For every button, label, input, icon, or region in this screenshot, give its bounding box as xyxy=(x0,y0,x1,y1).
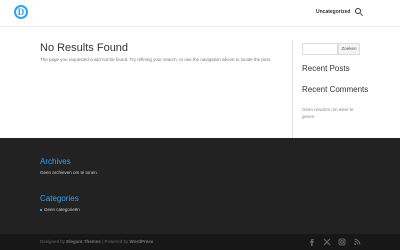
sidebar-search-input[interactable] xyxy=(302,43,338,55)
categories-heading: Categories xyxy=(40,194,79,203)
sidebar-divider xyxy=(292,40,293,144)
no-results-message: The page you requested could not be foun… xyxy=(40,57,272,62)
credits-designed-by: Designed by xyxy=(40,239,66,244)
site-header: D Uncategorized xyxy=(0,0,400,26)
main-content: No Results Found The page you requested … xyxy=(0,26,400,144)
recent-posts-heading: Recent Posts xyxy=(302,64,350,73)
bottom-bar: Designed by Elegant Themes | Powered by … xyxy=(0,234,400,250)
page-title: No Results Found xyxy=(40,42,129,54)
facebook-icon[interactable] xyxy=(307,237,317,247)
site-footer: Archives Geen archieven om te tonen. Cat… xyxy=(0,138,400,234)
wordpress-link[interactable]: WordPress xyxy=(130,239,154,244)
instagram-icon[interactable] xyxy=(337,237,347,247)
categories-item: Geen categorieën xyxy=(40,207,80,212)
footer-credits: Designed by Elegant Themes | Powered by … xyxy=(40,239,153,244)
archives-heading: Archives xyxy=(40,157,71,166)
logo-letter: D xyxy=(17,6,25,17)
recent-comments-text: Geen reacties om weer te geven. xyxy=(302,107,354,119)
elegant-themes-link[interactable]: Elegant Themes xyxy=(66,239,101,244)
site-logo[interactable]: D xyxy=(14,5,28,19)
archives-text: Geen archieven om te tonen. xyxy=(40,170,99,175)
sidebar-search-button[interactable]: Zoeken xyxy=(338,43,360,55)
recent-comments-heading: Recent Comments xyxy=(302,85,369,94)
search-icon[interactable] xyxy=(355,8,361,14)
credits-separator: | Powered by xyxy=(102,239,129,244)
bullet-icon xyxy=(40,208,42,211)
nav-item-uncategorized[interactable]: Uncategorized xyxy=(316,9,350,15)
rss-icon[interactable] xyxy=(352,237,362,247)
categories-item-label: Geen categorieën xyxy=(44,207,80,212)
x-icon[interactable] xyxy=(322,237,332,247)
